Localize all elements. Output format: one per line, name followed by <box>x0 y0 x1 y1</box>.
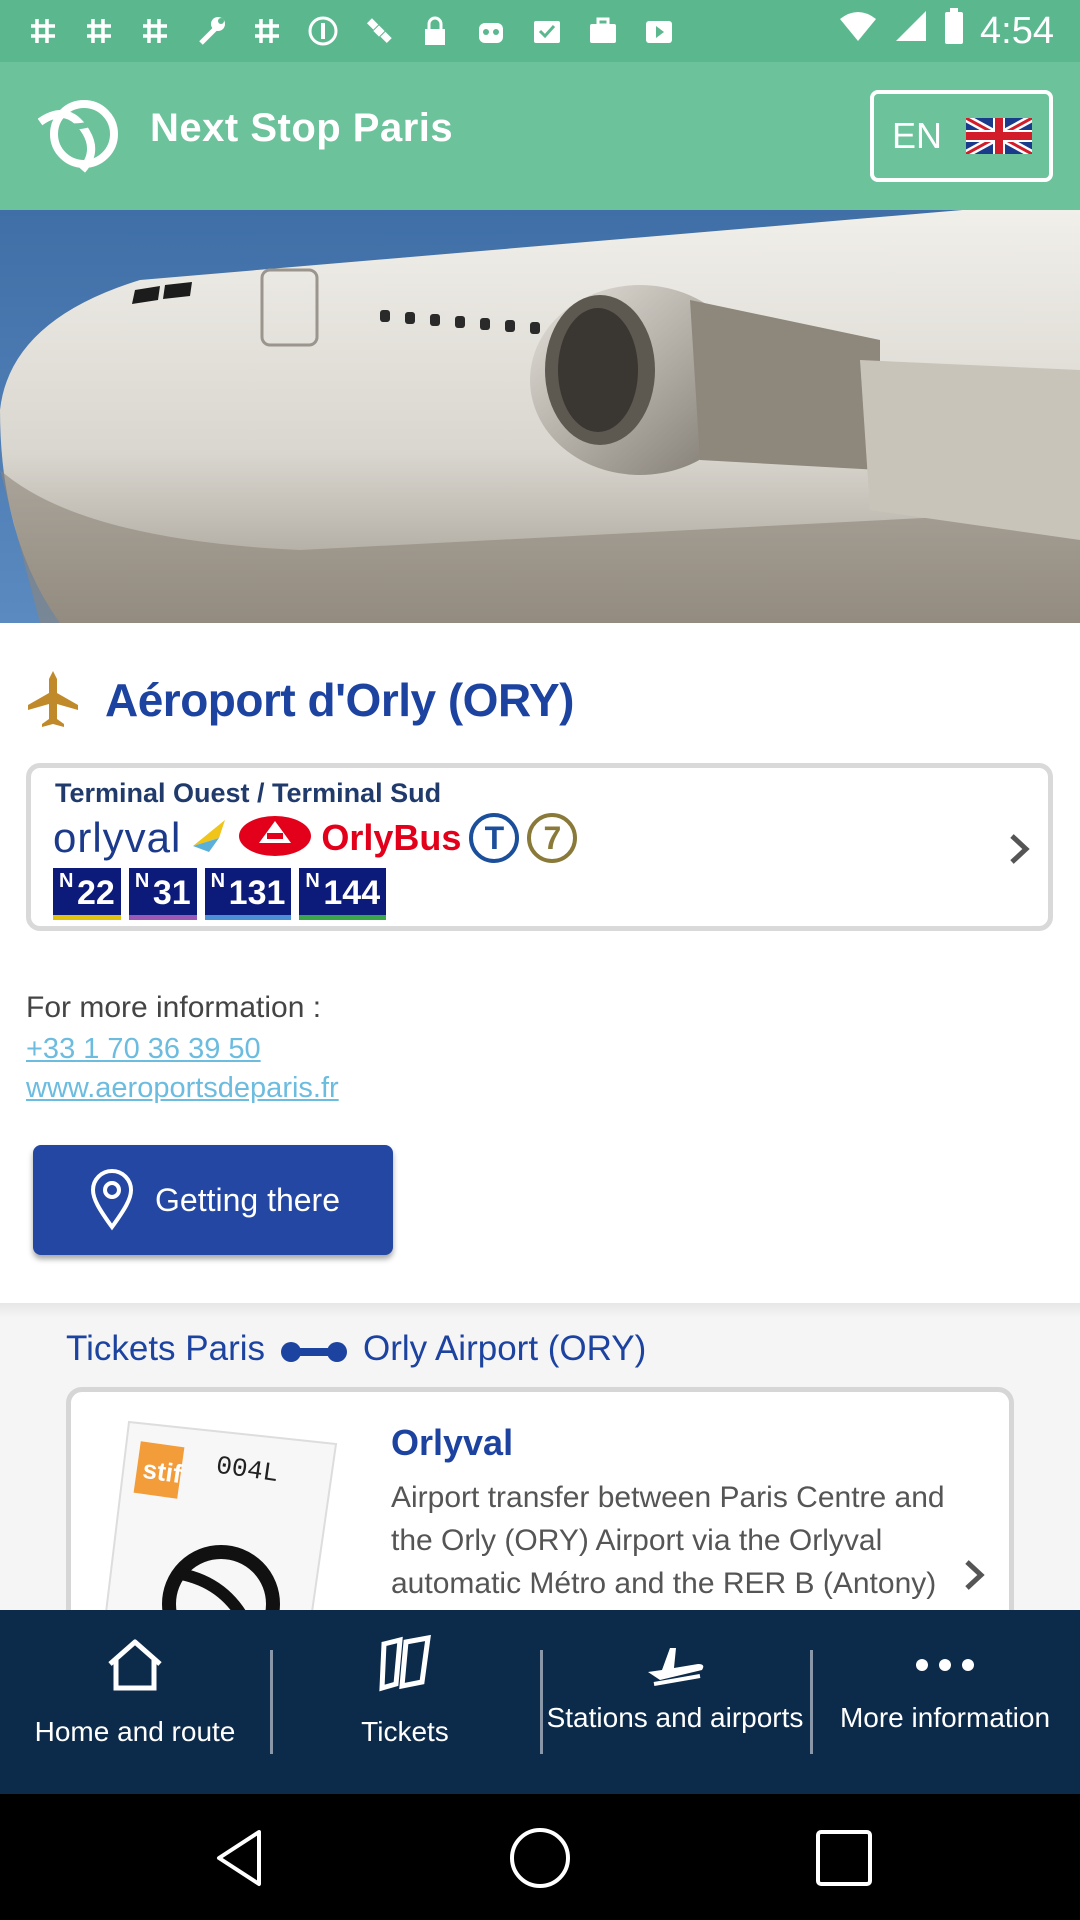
night-bus-badge: N 144 <box>299 868 387 920</box>
nav-label: Stations and airports <box>546 1702 804 1733</box>
hash-icon <box>26 14 60 48</box>
app-title: Next Stop Paris <box>150 106 454 150</box>
phone-link[interactable]: +33 1 70 36 39 50 <box>26 1033 261 1066</box>
transport-logos: orlyval OrlyBus T 7 <box>53 810 578 866</box>
ticket-icon <box>370 1630 440 1700</box>
airplane-hero-image <box>0 210 1080 623</box>
hash-icon <box>250 14 284 48</box>
ticket-card[interactable]: stif 004L Orlyval Airport transfer betwe… <box>66 1387 1014 1627</box>
app-bar: Next Stop Paris EN <box>0 62 1080 210</box>
night-bus-badge: N 31 <box>128 868 197 920</box>
clock: 4:54 <box>980 9 1054 52</box>
recents-icon[interactable] <box>810 1824 878 1892</box>
tickets-to: Orly Airport (ORY) <box>363 1329 647 1368</box>
back-icon[interactable] <box>205 1824 273 1892</box>
signal-icon <box>894 9 928 53</box>
nav-label: More information <box>839 1702 1051 1733</box>
bottom-navigation: Home and route Tickets Stations and airp… <box>0 1610 1080 1794</box>
battery-icon <box>944 8 964 54</box>
home-circle-icon[interactable] <box>506 1824 574 1892</box>
tram-line-badge: 7 <box>527 813 578 863</box>
getting-there-label: Getting there <box>155 1181 340 1218</box>
ticket-description: Airport transfer between Paris Centre an… <box>391 1481 945 1600</box>
ticket-image: stif 004L <box>101 1414 351 1622</box>
nav-tickets[interactable]: Tickets <box>270 1610 540 1794</box>
chevron-right-icon <box>961 1558 987 1592</box>
night-bus-list: N 22 N 31 N 131 N 144 <box>53 868 387 920</box>
orlybus-plane-icon <box>237 813 313 864</box>
route-connector-icon <box>279 1335 349 1363</box>
notification-icons <box>26 14 676 48</box>
wifi-icon <box>838 10 878 53</box>
night-bus-badge: N 22 <box>53 868 121 920</box>
website-link[interactable]: www.aeroportsdeparis.fr <box>26 1072 339 1105</box>
hash-icon <box>82 14 116 48</box>
airport-title: Aéroport d'Orly (ORY) <box>105 674 574 726</box>
airport-header: Aéroport d'Orly (ORY) <box>0 643 1080 733</box>
status-right: 4:54 <box>838 8 1054 54</box>
play-store-icon <box>642 14 676 48</box>
nav-label: Home and route <box>34 1716 236 1747</box>
wrench-icon <box>194 14 228 48</box>
terminal-title: Terminal Ouest / Terminal Sud <box>55 778 442 808</box>
airplane-icon <box>26 669 80 729</box>
screen: 4:54 Next Stop Paris EN Aéroport d'Orly … <box>0 0 1080 1920</box>
blocked-icon <box>306 14 340 48</box>
nav-more-information[interactable]: More information <box>810 1610 1080 1794</box>
info-label: For more information : <box>26 991 322 1024</box>
satellite-icon <box>362 14 396 48</box>
ticket-name: Orlyval <box>391 1422 514 1463</box>
plane-icon <box>640 1630 710 1700</box>
uk-flag-icon <box>964 114 1034 158</box>
orlybus-logo: OrlyBus <box>321 817 462 858</box>
tickets-from: Tickets Paris <box>66 1329 266 1368</box>
night-bus-badge: N 131 <box>204 868 292 920</box>
system-navigation-bar <box>0 1794 1080 1920</box>
more-icon <box>910 1630 980 1700</box>
lock-icon <box>418 14 452 48</box>
robot-icon <box>474 14 508 48</box>
tram-badge: T <box>469 813 520 863</box>
orlyval-logo: orlyval <box>53 814 182 861</box>
orlyval-arrow-icon <box>189 816 229 861</box>
app-logo-icon <box>37 92 128 182</box>
section-divider <box>0 1303 1080 1317</box>
location-pin-icon <box>89 1169 135 1231</box>
ticket-brand: stif <box>141 1454 184 1489</box>
home-icon <box>100 1630 170 1700</box>
language-button[interactable]: EN <box>870 90 1053 182</box>
chevron-right-icon <box>1006 832 1032 866</box>
nav-label: Tickets <box>361 1716 449 1747</box>
inbox-icon <box>530 14 564 48</box>
status-bar: 4:54 <box>0 0 1080 62</box>
nav-stations-and-airports[interactable]: Stations and airports <box>540 1610 810 1794</box>
hash-icon <box>138 14 172 48</box>
terminal-card[interactable]: Terminal Ouest / Terminal Sud orlyval Or… <box>26 763 1053 931</box>
briefcase-icon <box>586 14 620 48</box>
tickets-section-header: Tickets Paris Orly Airport (ORY) <box>66 1329 646 1369</box>
nav-home-and-route[interactable]: Home and route <box>0 1610 270 1794</box>
getting-there-button[interactable]: Getting there <box>33 1145 393 1255</box>
language-label: EN <box>892 115 943 156</box>
